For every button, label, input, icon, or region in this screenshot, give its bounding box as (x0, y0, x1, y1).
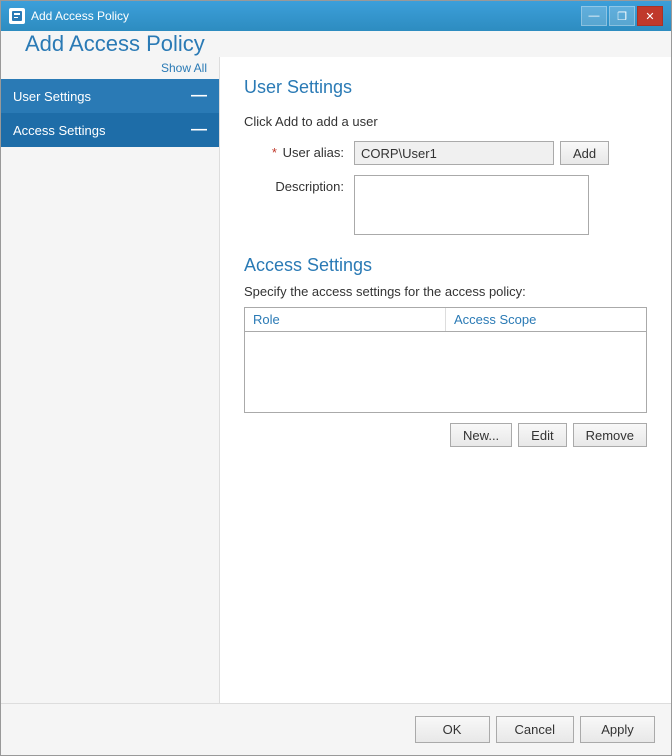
col-access-scope: Access Scope (446, 308, 646, 331)
specify-text: Specify the access settings for the acce… (244, 284, 647, 299)
required-star: * (272, 145, 277, 160)
bottom-bar: OK Cancel Apply (1, 703, 671, 755)
ok-button[interactable]: OK (415, 716, 490, 743)
page-title: Add Access Policy (25, 31, 647, 57)
user-alias-label: * User alias: (244, 141, 354, 160)
main-area: Show All User Settings — Access Settings… (1, 57, 671, 703)
edit-button[interactable]: Edit (518, 423, 566, 447)
table-actions: New... Edit Remove (244, 423, 647, 447)
show-all-link[interactable]: Show All (1, 57, 219, 79)
user-settings-title: User Settings (244, 77, 647, 98)
apply-button[interactable]: Apply (580, 716, 655, 743)
description-row: Description: (244, 175, 647, 235)
window-controls: — ❐ ✕ (581, 6, 663, 26)
access-settings-title: Access Settings (244, 255, 647, 276)
sidebar-item-access-settings[interactable]: Access Settings — (1, 113, 219, 147)
window-title: Add Access Policy (31, 9, 581, 23)
new-button[interactable]: New... (450, 423, 512, 447)
user-alias-input[interactable] (354, 141, 554, 165)
window: Add Access Policy — ❐ ✕ Add Access Polic… (0, 0, 672, 756)
user-alias-input-area: Add (354, 141, 647, 165)
description-input-area (354, 175, 647, 235)
remove-button[interactable]: Remove (573, 423, 647, 447)
sidebar-item-user-settings[interactable]: User Settings — (1, 79, 219, 113)
access-settings-table: Role Access Scope (244, 307, 647, 413)
sidebar-item-label: User Settings (13, 89, 91, 104)
description-label: Description: (244, 175, 354, 194)
page-header: Add Access Policy (1, 31, 671, 57)
description-input[interactable] (354, 175, 589, 235)
user-alias-row: * User alias: Add (244, 141, 647, 165)
title-bar: Add Access Policy — ❐ ✕ (1, 1, 671, 31)
minimize-button[interactable]: — (581, 6, 607, 26)
table-body (245, 332, 646, 412)
cancel-button[interactable]: Cancel (496, 716, 574, 743)
col-role: Role (245, 308, 446, 331)
content-area: User Settings Click Add to add a user * … (219, 57, 671, 703)
user-alias-label-text: User alias: (283, 145, 344, 160)
sidebar: Show All User Settings — Access Settings… (1, 57, 219, 703)
sidebar-item-label: Access Settings (13, 123, 106, 138)
add-user-button[interactable]: Add (560, 141, 609, 165)
table-header: Role Access Scope (245, 308, 646, 332)
close-button[interactable]: ✕ (637, 6, 663, 26)
restore-button[interactable]: ❐ (609, 6, 635, 26)
sidebar-item-collapse-icon: — (191, 87, 207, 105)
app-icon (9, 8, 25, 24)
sidebar-item-collapse-icon: — (191, 121, 207, 139)
user-settings-hint: Click Add to add a user (244, 114, 647, 129)
